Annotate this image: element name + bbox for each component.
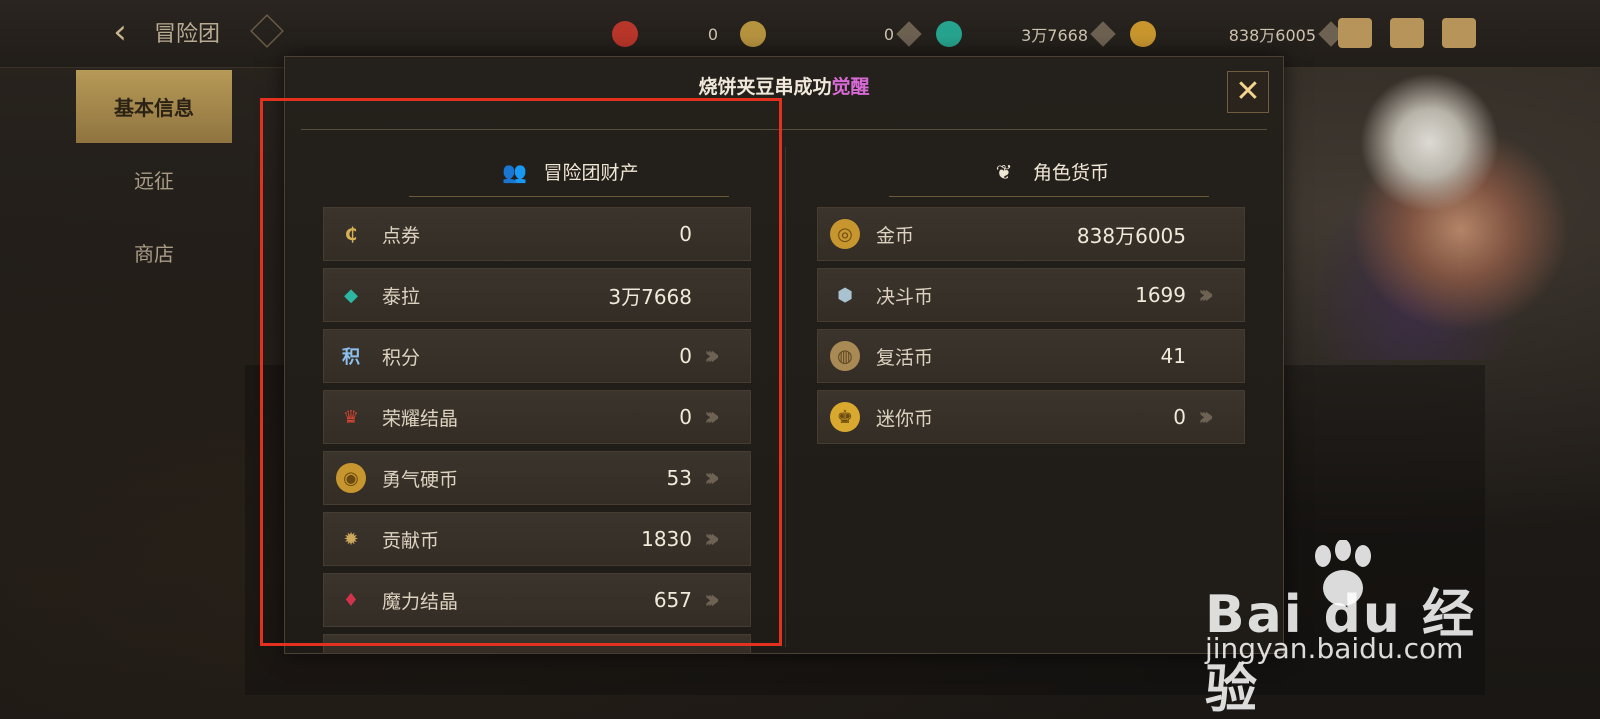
- close-button[interactable]: ✕: [1227, 71, 1269, 113]
- nav-item-expedition[interactable]: 远征: [76, 143, 232, 216]
- tera-resource: 3万7668: [936, 18, 1116, 50]
- back-button[interactable]: ‹: [98, 12, 142, 52]
- item-label: 决斗币: [876, 285, 934, 308]
- watermark-url: jingyan.baidu.com: [1205, 632, 1464, 665]
- nav-item-basic-info[interactable]: 基本信息: [76, 70, 232, 143]
- nav-item-shop[interactable]: 商店: [76, 216, 232, 289]
- highlight-annotation-box: [260, 98, 782, 646]
- duel-coin-icon: ⬢: [837, 284, 853, 306]
- list-item: ◎ 金币 838万6005: [817, 207, 1245, 261]
- page-title: 冒险团: [154, 22, 221, 47]
- mail-icon[interactable]: [1390, 18, 1424, 48]
- list-item[interactable]: ⬢ 决斗币 1699 ›››: [817, 268, 1245, 322]
- mini-coin-icon: ♚: [830, 402, 860, 432]
- tera-value: 3万7668: [1021, 26, 1088, 45]
- point-coupon-resource: 0: [740, 18, 922, 50]
- modal-title-text: 烧饼夹豆串成功: [698, 75, 832, 98]
- add-coupon-icon[interactable]: [896, 21, 922, 47]
- add-tera-icon[interactable]: [1090, 21, 1116, 47]
- character-currency-title: 角色货币: [1032, 162, 1109, 184]
- honor-crystal-value: 0: [707, 24, 718, 44]
- revive-coin-icon: ◍: [830, 341, 860, 371]
- character-artwork: [1290, 70, 1600, 360]
- item-value: 0: [1173, 405, 1186, 429]
- chevron-right-icon[interactable]: ›››: [1198, 282, 1232, 308]
- column-divider: [785, 147, 786, 647]
- character-currency-list: ◎ 金币 838万6005 ⬢ 决斗币 1699 ››› ◍ 复活币 41 ♚ …: [817, 207, 1245, 451]
- modal-title-highlight: 觉醒: [831, 75, 870, 98]
- trophy-icon: [612, 21, 638, 47]
- gold-coin-icon: [1130, 21, 1156, 47]
- bag-icon[interactable]: [1338, 18, 1372, 48]
- item-label: 金币: [876, 224, 915, 247]
- currency-icon: ❦: [995, 159, 1013, 184]
- item-value: 41: [1160, 344, 1186, 368]
- item-label: 迷你币: [876, 407, 934, 430]
- tera-crystal-icon: [936, 21, 962, 47]
- list-item[interactable]: ♚ 迷你币 0 ›››: [817, 390, 1245, 444]
- honor-crystal-resource: 0: [612, 18, 718, 50]
- coupon-icon: [740, 21, 766, 47]
- list-item: ◍ 复活币 41: [817, 329, 1245, 383]
- point-coupon-value: 0: [883, 24, 894, 44]
- gold-coin-icon: ◎: [830, 219, 860, 249]
- item-value: 838万6005: [1076, 223, 1186, 248]
- item-label: 复活币: [876, 346, 934, 369]
- gold-resource: 838万6005: [1130, 18, 1344, 50]
- adventure-badge-icon[interactable]: [250, 14, 284, 48]
- chevron-right-icon[interactable]: ›››: [1198, 404, 1232, 430]
- gold-value: 838万6005: [1228, 26, 1316, 45]
- chat-icon[interactable]: [1442, 18, 1476, 48]
- side-navigation: 基本信息 远征 商店: [76, 70, 232, 289]
- character-currency-header: ❦ 角色货币: [889, 147, 1209, 197]
- baidu-watermark: Bai du 经验 jingyan.baidu.com: [1205, 540, 1495, 719]
- item-value: 1699: [1135, 283, 1186, 307]
